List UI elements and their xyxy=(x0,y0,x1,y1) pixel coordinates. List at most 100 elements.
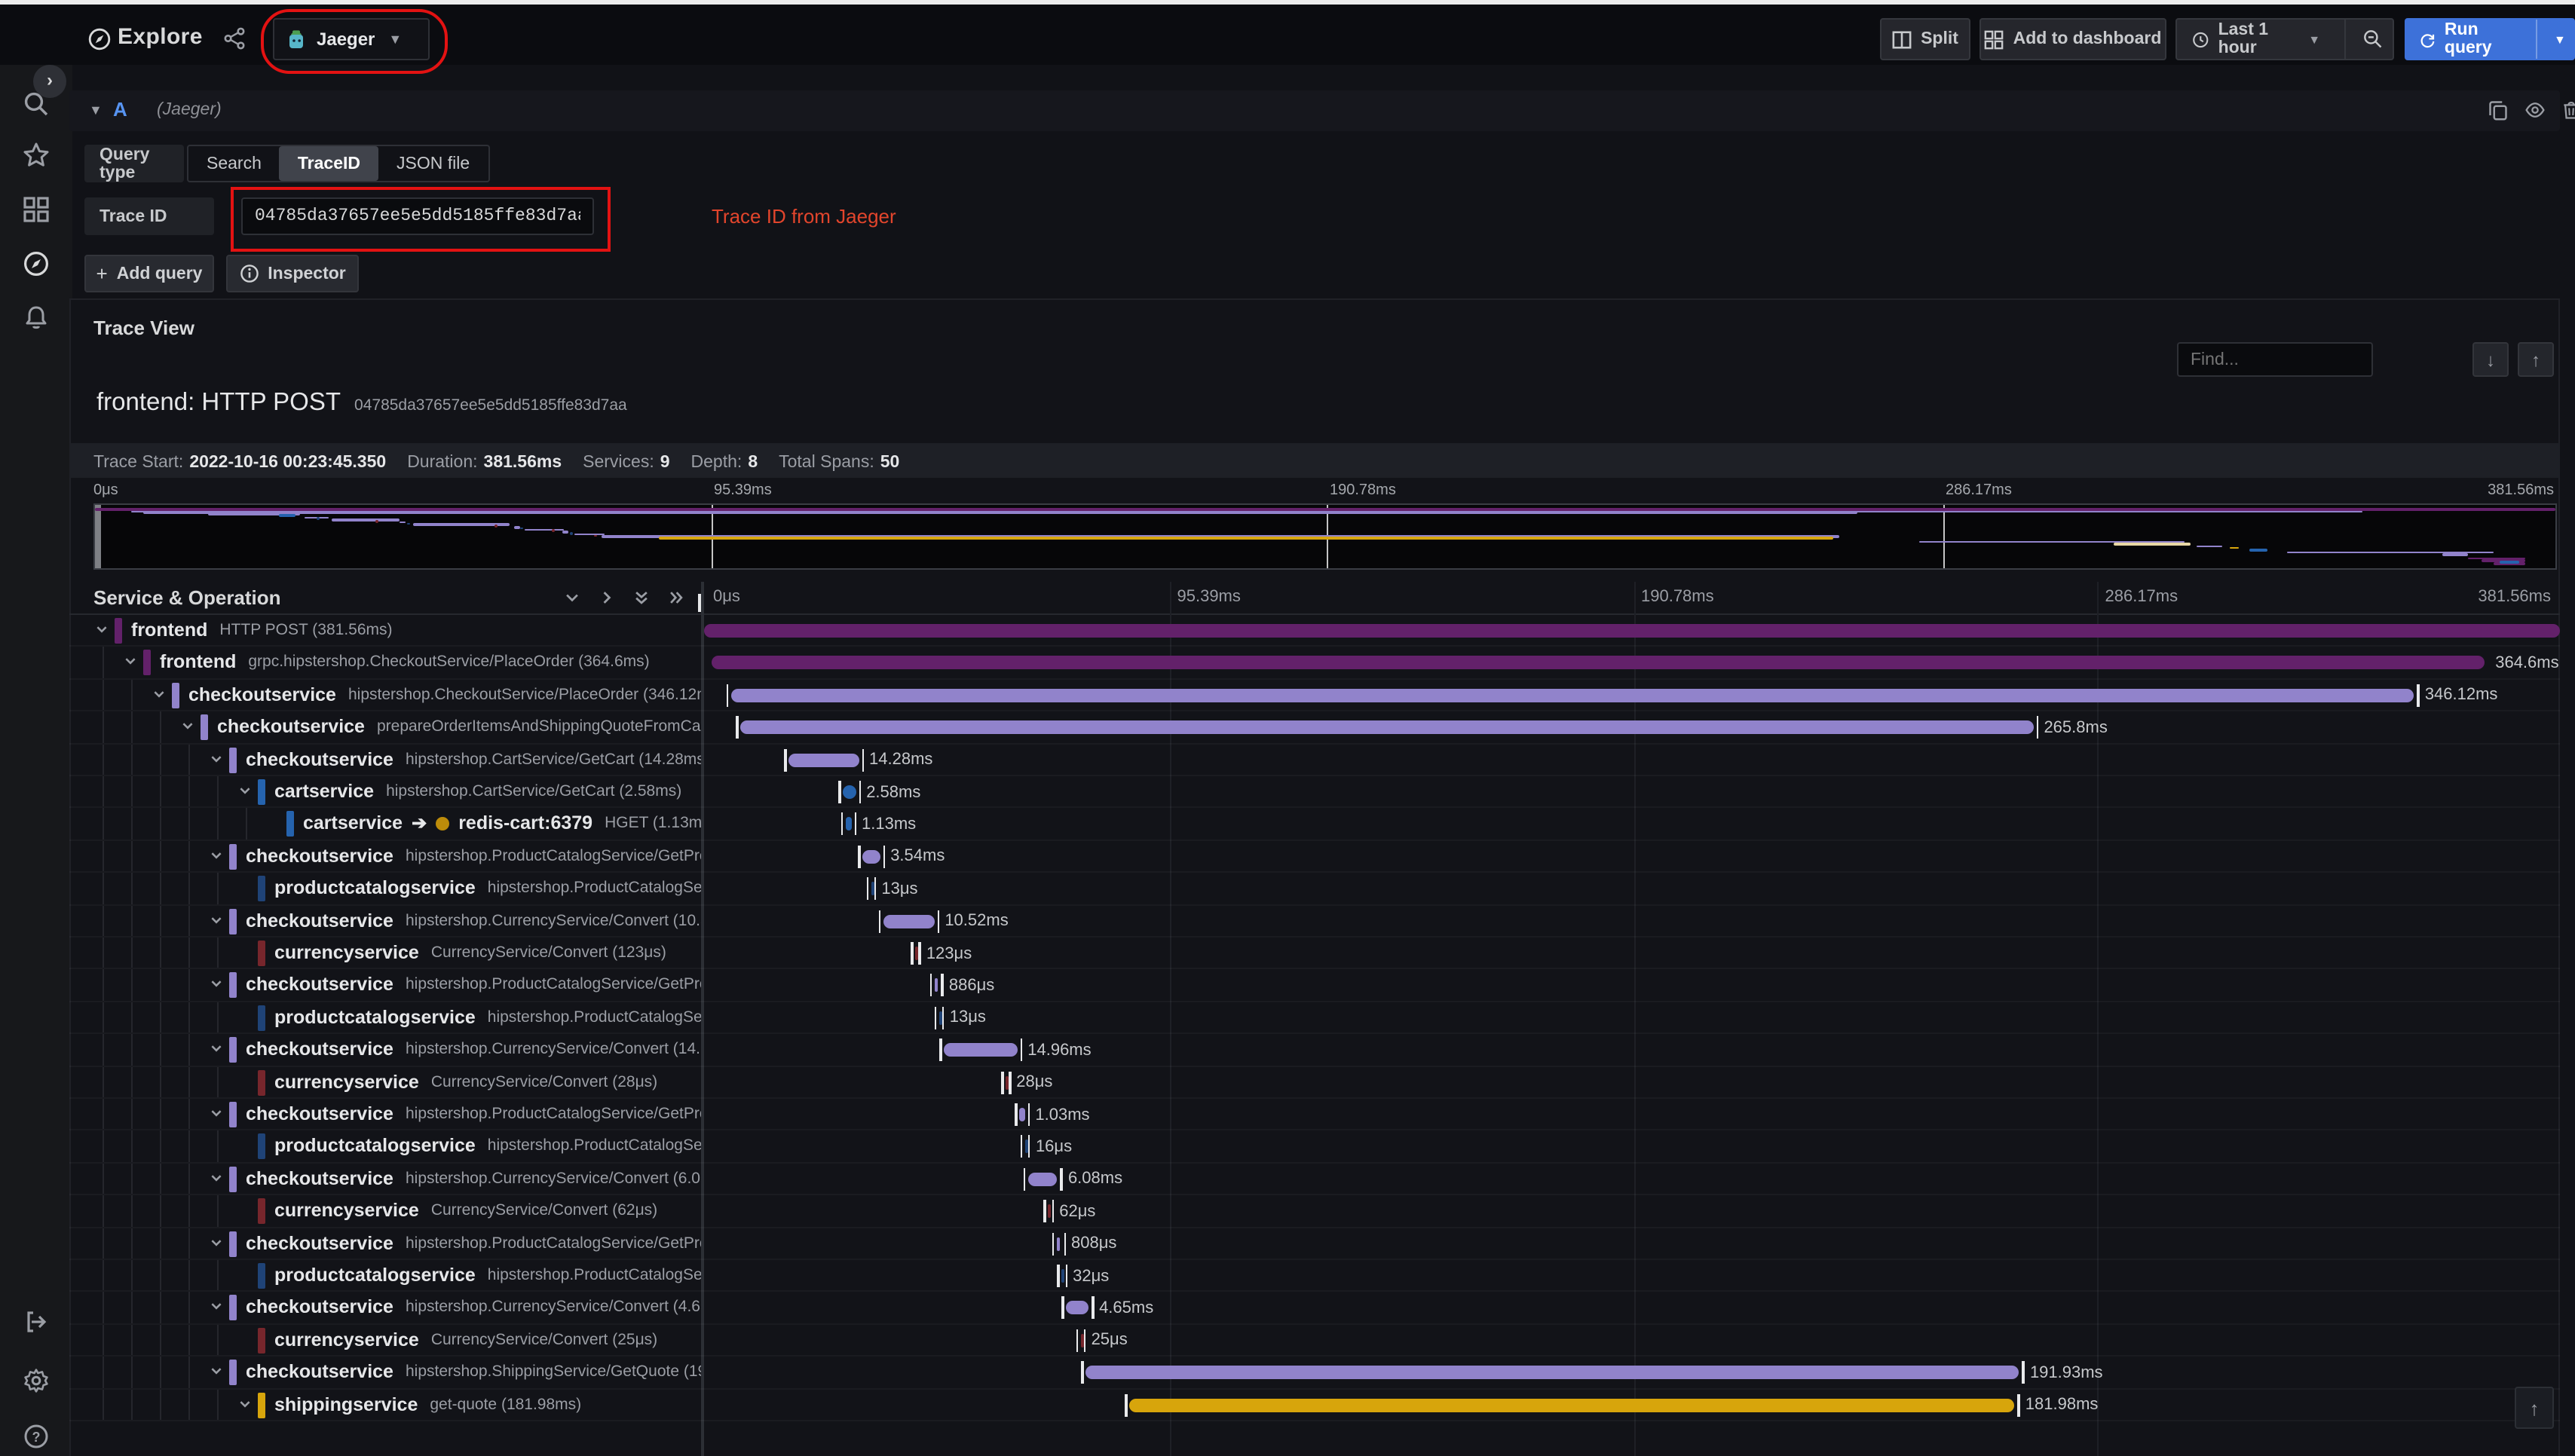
tab-search[interactable]: Search xyxy=(188,146,280,181)
trace-span-row[interactable]: checkoutservice hipstershop.CurrencyServi… xyxy=(69,1292,2560,1325)
disable-query-eye-icon[interactable] xyxy=(2524,99,2546,121)
span-bar-cell[interactable]: 25μs xyxy=(704,1325,2560,1356)
span-duration-bar[interactable] xyxy=(862,849,880,864)
span-collapse-chevron-icon[interactable] xyxy=(210,751,223,765)
span-collapse-chevron-icon[interactable] xyxy=(181,719,194,733)
trace-span-row[interactable]: checkoutservice hipstershop.ProductCatalo… xyxy=(69,1099,2560,1131)
span-bar-cell[interactable]: 364.6ms xyxy=(704,647,2560,678)
span-bar-cell[interactable]: 886μs xyxy=(704,970,2560,1001)
span-collapse-chevron-icon[interactable] xyxy=(124,655,137,668)
trace-span-row[interactable]: productcatalogservice hipstershop.Product… xyxy=(69,1260,2560,1292)
span-duration-bar[interactable] xyxy=(704,624,2560,638)
span-duration-bar[interactable] xyxy=(1085,1366,2019,1380)
span-bar-cell[interactable]: 1.13ms xyxy=(704,809,2560,840)
trace-span-row[interactable]: checkoutservice hipstershop.CurrencyServi… xyxy=(69,1034,2560,1066)
span-bar-cell[interactable]: 16μs xyxy=(704,1131,2560,1162)
tab-json-file[interactable]: JSON file xyxy=(378,146,488,181)
span-duration-bar[interactable] xyxy=(1048,1204,1052,1219)
expand-one-icon[interactable] xyxy=(599,589,615,606)
trace-span-row[interactable]: checkoutservice hipstershop.ProductCatalo… xyxy=(69,840,2560,873)
span-bar-cell[interactable]: 13μs xyxy=(704,873,2560,904)
span-bar-cell[interactable]: 32μs xyxy=(704,1260,2560,1291)
span-bar-cell[interactable] xyxy=(704,615,2560,646)
span-duration-bar[interactable] xyxy=(1066,1301,1089,1315)
split-button[interactable]: Split xyxy=(1880,18,1970,60)
inspector-button[interactable]: Inspector xyxy=(226,255,359,292)
span-duration-bar[interactable] xyxy=(843,785,856,799)
trace-span-row[interactable]: checkoutservice hipstershop.ShippingServi… xyxy=(69,1357,2560,1389)
span-bar-cell[interactable]: 14.96ms xyxy=(704,1034,2560,1065)
minimap-drag-handle[interactable] xyxy=(95,505,101,568)
span-duration-bar[interactable] xyxy=(1129,1398,2015,1412)
span-collapse-chevron-icon[interactable] xyxy=(210,1300,223,1314)
span-duration-bar[interactable] xyxy=(845,817,852,831)
trace-span-row[interactable]: checkoutservice hipstershop.ProductCatalo… xyxy=(69,1228,2560,1260)
span-bar-cell[interactable]: 4.65ms xyxy=(704,1292,2560,1323)
trace-span-row[interactable]: productcatalogservice hipstershop.Product… xyxy=(69,1002,2560,1035)
expand-all-icon[interactable] xyxy=(668,589,684,606)
span-bar-cell[interactable]: 6.08ms xyxy=(704,1164,2560,1194)
span-collapse-chevron-icon[interactable] xyxy=(210,1106,223,1120)
collapse-one-icon[interactable] xyxy=(564,589,580,606)
span-collapse-chevron-icon[interactable] xyxy=(238,784,252,797)
time-range-button[interactable]: Last 1 hour ▼ xyxy=(2177,20,2335,59)
find-input[interactable] xyxy=(2177,342,2373,377)
span-duration-bar[interactable] xyxy=(730,688,2414,702)
settings-gear-icon[interactable] xyxy=(23,1367,50,1394)
span-bar-cell[interactable]: 28μs xyxy=(704,1066,2560,1097)
span-collapse-chevron-icon[interactable] xyxy=(210,1171,223,1185)
span-collapse-chevron-icon[interactable] xyxy=(95,622,109,636)
span-duration-bar[interactable] xyxy=(934,978,938,993)
find-next-button[interactable]: ↓ xyxy=(2472,342,2509,377)
span-bar-cell[interactable]: 123μs xyxy=(704,938,2560,968)
span-collapse-chevron-icon[interactable] xyxy=(210,1364,223,1378)
collapse-chevron-icon[interactable]: ▼ xyxy=(89,102,103,118)
trace-minimap[interactable] xyxy=(93,503,2557,570)
sign-in-icon[interactable] xyxy=(23,1308,50,1335)
span-collapse-chevron-icon[interactable] xyxy=(210,1042,223,1055)
trace-span-row[interactable]: productcatalogservice hipstershop.Product… xyxy=(69,873,2560,905)
trace-span-row[interactable]: shippingservice get-quote (181.98ms) 181.9… xyxy=(69,1389,2560,1421)
trace-span-row[interactable]: currencyservice CurrencyService/Convert (… xyxy=(69,1324,2560,1357)
query-row-header[interactable]: ▼ A (Jaeger) xyxy=(69,90,2575,131)
alerting-bell-icon[interactable] xyxy=(23,304,50,332)
trace-span-row[interactable]: frontend grpc.hipstershop.CheckoutService… xyxy=(69,647,2560,680)
span-duration-bar[interactable] xyxy=(1019,1108,1025,1121)
run-query-dropdown[interactable]: ▼ xyxy=(2546,20,2573,59)
span-duration-bar[interactable] xyxy=(740,720,2034,735)
run-query-button[interactable]: Run query xyxy=(2406,20,2527,59)
trace-span-row[interactable]: cartservice hipstershop.CartService/GetCa… xyxy=(69,776,2560,809)
span-bar-cell[interactable]: 181.98ms xyxy=(704,1389,2560,1420)
trace-span-row[interactable]: currencyservice CurrencyService/Convert (… xyxy=(69,938,2560,970)
share-icon[interactable] xyxy=(223,27,246,50)
trace-span-row[interactable]: checkoutservice hipstershop.CurrencyServi… xyxy=(69,1163,2560,1196)
span-bar-cell[interactable]: 1.03ms xyxy=(704,1099,2560,1130)
span-bar-cell[interactable]: 808μs xyxy=(704,1228,2560,1259)
span-collapse-chevron-icon[interactable] xyxy=(210,913,223,926)
delete-query-trash-icon[interactable] xyxy=(2561,99,2575,121)
starred-icon[interactable] xyxy=(23,142,50,169)
trace-span-row[interactable]: cartservice ➔ redis-cart:6379 HGET (1.13ms)… xyxy=(69,808,2560,841)
span-bar-cell[interactable]: 2.58ms xyxy=(704,776,2560,807)
span-duration-bar[interactable] xyxy=(711,656,2485,670)
zoom-out-time-button[interactable] xyxy=(2355,20,2393,59)
trace-span-row[interactable]: productcatalogservice hipstershop.Product… xyxy=(69,1130,2560,1164)
span-bar-cell[interactable]: 3.54ms xyxy=(704,841,2560,872)
span-duration-bar[interactable] xyxy=(915,947,919,960)
scroll-to-top-button[interactable]: ↑ xyxy=(2515,1387,2554,1429)
span-collapse-chevron-icon[interactable] xyxy=(210,1235,223,1249)
trace-span-row[interactable]: checkoutservice hipstershop.ProductCatalo… xyxy=(69,969,2560,1002)
trace-span-row[interactable]: checkoutservice prepareOrderItemsAndShipp… xyxy=(69,711,2560,744)
span-collapse-chevron-icon[interactable] xyxy=(210,977,223,991)
collapse-all-icon[interactable] xyxy=(633,589,650,606)
trace-span-row[interactable]: frontend HTTP POST (381.56ms) xyxy=(69,615,2560,647)
span-bar-cell[interactable]: 346.12ms xyxy=(704,680,2560,711)
trace-span-row[interactable]: currencyservice CurrencyService/Convert (… xyxy=(69,1195,2560,1228)
span-duration-bar[interactable] xyxy=(788,753,859,767)
span-duration-bar[interactable] xyxy=(883,914,935,928)
span-bar-cell[interactable]: 62μs xyxy=(704,1195,2560,1226)
trace-span-row[interactable]: currencyservice CurrencyService/Convert (… xyxy=(69,1066,2560,1099)
span-bar-cell[interactable]: 10.52ms xyxy=(704,905,2560,936)
trace-span-row[interactable]: checkoutservice hipstershop.CheckoutServi… xyxy=(69,679,2560,712)
span-collapse-chevron-icon[interactable] xyxy=(210,849,223,862)
